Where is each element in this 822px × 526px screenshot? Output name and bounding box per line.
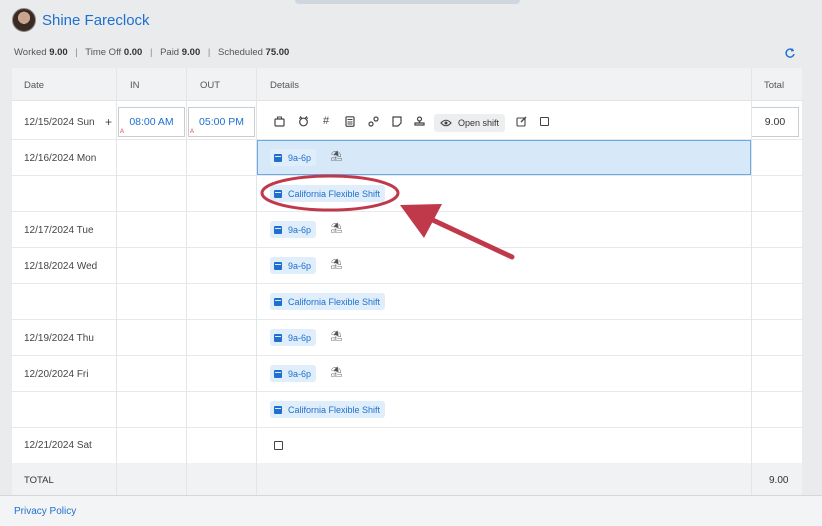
app-frame: Shine Fareclock Worked 9.00 | Time Off 0…	[0, 0, 822, 526]
annotation-arrow	[419, 212, 515, 260]
footer: Privacy Policy	[0, 495, 822, 526]
privacy-policy-link[interactable]: Privacy Policy	[14, 506, 76, 517]
highlight-ellipse	[260, 174, 400, 212]
annotation-overlay	[260, 174, 515, 260]
